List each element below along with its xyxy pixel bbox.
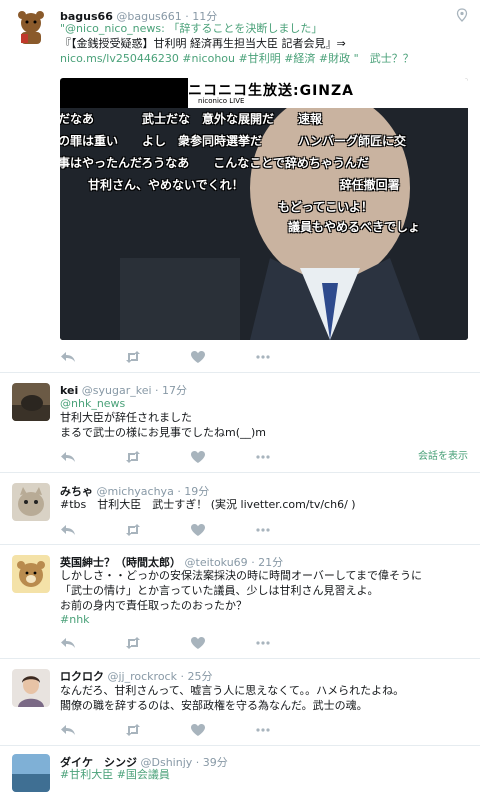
tweet-header: kei @syugar_kei · 17分 bbox=[60, 382, 187, 398]
live-comment: だなあ 武士だな 意外な展開だ 速報 bbox=[60, 112, 323, 126]
timestamp[interactable]: · 19分 bbox=[177, 485, 209, 498]
reply-icon[interactable] bbox=[60, 350, 76, 364]
user-handle[interactable]: @syugar_kei bbox=[82, 384, 152, 397]
avatar[interactable] bbox=[12, 669, 50, 707]
more-options-icon[interactable] bbox=[255, 723, 271, 737]
tweet-2: kei @syugar_kei · 17分 @nhk_news 甘利大臣が辞任さ… bbox=[0, 373, 480, 473]
tweet-text-line: お前の身内で責任取ったのおったか？ bbox=[60, 599, 247, 612]
avatar[interactable] bbox=[12, 383, 50, 421]
reply-icon[interactable] bbox=[60, 523, 76, 537]
tweet-header: ロクロク @jj_rockrock · 25分 bbox=[60, 668, 212, 684]
like-heart-icon[interactable] bbox=[190, 450, 206, 464]
retweet-icon[interactable] bbox=[125, 723, 141, 737]
display-name[interactable]: みちゃ bbox=[60, 485, 93, 498]
retweet-icon[interactable] bbox=[125, 350, 141, 364]
tweet-text-line[interactable]: "@nico_nico_news: 「辞することを決断しました」 bbox=[60, 22, 322, 36]
display-name[interactable]: 英国紳士？（時間太郎） bbox=[60, 556, 181, 569]
tweet-text-line: #tbs 甘利大臣 武士すぎ！ (実況 livetter.com/tv/ch6/… bbox=[60, 498, 356, 511]
tweet-text-line: なんだろ、甘利さんって、嘘言う人に思えなくて。。ハメられたよね。 bbox=[60, 684, 405, 697]
tweet-text-line: 閣僚の職を辞するのは、安部政権を守る為なんだ。武士の魂。 bbox=[60, 699, 368, 712]
retweet-icon[interactable] bbox=[125, 523, 141, 537]
timestamp[interactable]: · 25分 bbox=[180, 670, 212, 683]
tweet-6: ダイケ シンジ @Dshinjy · 39分 #甘利大臣 #国会議員 bbox=[0, 746, 480, 792]
live-comment: の罪は重い よし 衆参同時選挙だ ハンバーグ師匠に交 bbox=[60, 134, 407, 148]
tweet-text-line[interactable]: @nhk_news bbox=[60, 397, 125, 411]
tweet-header: 英国紳士？（時間太郎） @teitoku69 · 21分 bbox=[60, 554, 283, 570]
like-heart-icon[interactable] bbox=[190, 350, 206, 364]
avatar[interactable] bbox=[12, 754, 50, 792]
user-handle[interactable]: @teitoku69 bbox=[185, 556, 248, 569]
user-handle[interactable]: @michyachya bbox=[97, 485, 174, 498]
tweet-1: bagus66 @bagus661 · 11分 "@nico_nico_news… bbox=[0, 0, 480, 373]
user-handle[interactable]: @jj_rockrock bbox=[108, 670, 177, 683]
tweet-5: ロクロク @jj_rockrock · 25分 なんだろ、甘利さんって、嘘言う人… bbox=[0, 659, 480, 746]
hashtag-link[interactable]: #nhk bbox=[60, 613, 90, 627]
hashtag-link[interactable]: #甘利大臣 #国会議員 bbox=[60, 768, 170, 782]
more-options-icon[interactable] bbox=[255, 350, 271, 364]
tweet-text-line: しかしさ・・どっかの安保法案採決の時に時間オーバーしてまで偉そうに bbox=[60, 569, 423, 582]
tweet-3: みちゃ @michyachya · 19分 #tbs 甘利大臣 武士すぎ！ (実… bbox=[0, 473, 480, 545]
reply-icon[interactable] bbox=[60, 450, 76, 464]
tweet-text-line: 「武士の情け」とか言っていた議員、少しは甘利さん見習えよ。 bbox=[60, 584, 379, 597]
retweet-icon[interactable] bbox=[125, 450, 141, 464]
video-frame: だなあ 武士だな 意外な展開だ 速報 の罪は重い よし 衆参同時選挙だ ハンバー… bbox=[60, 108, 468, 340]
reply-icon[interactable] bbox=[60, 636, 76, 650]
display-name[interactable]: ロクロク bbox=[60, 670, 104, 683]
timestamp[interactable]: · 17分 bbox=[155, 384, 187, 397]
timestamp[interactable]: · 21分 bbox=[251, 556, 283, 569]
live-comment: 甘利さん、やめないでくれ！ 辞任撤回署 bbox=[88, 178, 400, 192]
more-options-icon[interactable] bbox=[255, 523, 271, 537]
tweet-text-line: 甘利大臣が辞任されました bbox=[60, 411, 192, 424]
logo-subtitle: niconico LIVE bbox=[198, 97, 245, 105]
more-options-icon[interactable] bbox=[255, 450, 271, 464]
avatar[interactable] bbox=[12, 8, 50, 46]
avatar[interactable] bbox=[12, 483, 50, 521]
retweet-icon[interactable] bbox=[125, 636, 141, 650]
tweet-text-line: まるで武士の様にお見事でしたねm(__)m bbox=[60, 426, 267, 439]
like-heart-icon[interactable] bbox=[190, 523, 206, 537]
display-name[interactable]: kei bbox=[60, 384, 78, 397]
niconico-logo: ニコニコ生放送:GINZA niconico LIVE bbox=[188, 78, 468, 108]
tweet-4: 英国紳士？（時間太郎） @teitoku69 · 21分 しかしさ・・どっかの安… bbox=[0, 545, 480, 659]
like-heart-icon[interactable] bbox=[190, 723, 206, 737]
reply-icon[interactable] bbox=[60, 723, 76, 737]
live-comment: もどってこいよ！ bbox=[278, 200, 373, 214]
live-comment: 事はやったんだろうなあ こんなことで辞めちゃうんだ bbox=[60, 156, 369, 170]
live-comment: 議員もやめるべきでしょ bbox=[288, 220, 421, 234]
tweet-text-line: 『【金銭授受疑惑】甘利明 経済再生担当大臣 記者会見』⇒ bbox=[60, 37, 346, 50]
location-pin-icon bbox=[456, 8, 468, 22]
video-player[interactable]: ニコニコ生放送:GINZA niconico LIVE だなあ 武士だな 意外な… bbox=[60, 78, 468, 340]
timestamp[interactable]: · 39分 bbox=[196, 756, 228, 769]
more-options-icon[interactable] bbox=[255, 636, 271, 650]
like-heart-icon[interactable] bbox=[190, 636, 206, 650]
tweet-text-line[interactable]: nico.ms/lv250446230 #nicohou #甘利明 #経済 #財… bbox=[60, 52, 414, 66]
tweet-header: みちゃ @michyachya · 19分 bbox=[60, 483, 209, 499]
avatar[interactable] bbox=[12, 555, 50, 593]
show-conversation-link[interactable]: 会話を表示 bbox=[418, 447, 468, 462]
